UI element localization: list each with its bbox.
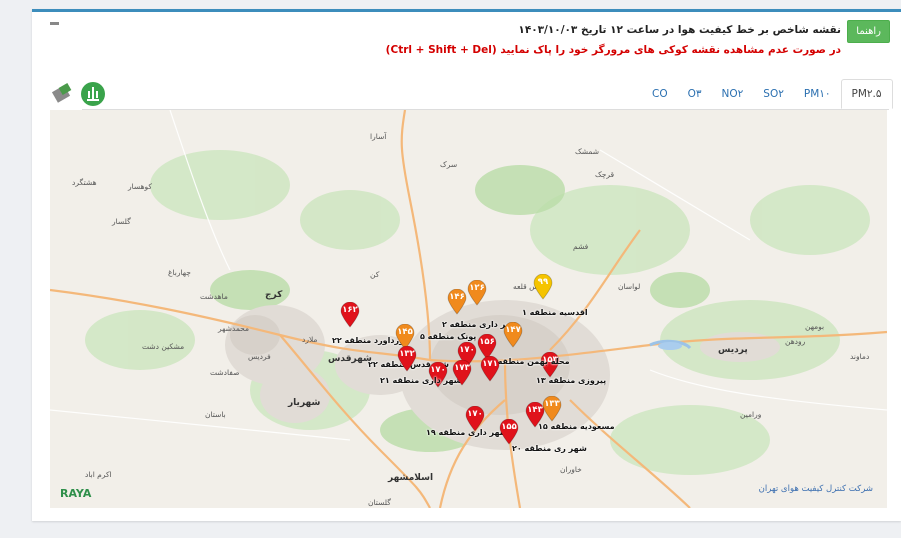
map-place-label: کن [370, 270, 380, 279]
org-logo-icon [51, 82, 75, 106]
station-aqi-value: ۱۴۶ [449, 292, 465, 302]
station-label: شهر ری منطقه ۲۰ [512, 444, 587, 453]
cookie-warning: در صورت عدم مشاهده نقشه کوکی های مرورگر … [385, 44, 841, 56]
station-marker[interactable]: ۱۵۵ [499, 419, 519, 445]
station-label: محله بهمن منطقه ۷ [490, 357, 570, 366]
tab-pm25[interactable]: PM۲.۵ [840, 79, 893, 109]
map-place-label: باستان [205, 410, 226, 419]
map-place-label: شمشک [575, 147, 600, 156]
station-marker[interactable]: ۱۶۲ [340, 302, 360, 328]
map-background [50, 110, 887, 508]
station-aqi-value: ۱۴۵ [397, 327, 413, 337]
map-place-label: بومهن [805, 322, 825, 331]
map-place-label: خاوران [560, 465, 582, 474]
station-label: مسعودیه منطقه ۱۵ [538, 422, 615, 431]
map-place-label: کوهسار [128, 182, 152, 191]
station-aqi-value: ۱۵۶ [479, 337, 495, 347]
map-place-label: لواسان [618, 282, 641, 291]
station-marker[interactable]: ۱۷۱ [480, 356, 500, 382]
map-canvas[interactable]: RAYA شرکت کنترل کیفیت هوای تهران هشتگرد ک… [50, 110, 887, 508]
map-place-label: فشم [573, 242, 589, 251]
map-place-label: ماهدشت [200, 292, 228, 301]
station-aqi-value: ۱۲۶ [469, 283, 485, 293]
map-place-label: هشتگرد [72, 178, 97, 187]
station-marker[interactable]: ۱۴۶ [447, 289, 467, 315]
station-aqi-value: ۱۷۰ [430, 365, 446, 375]
map-place-label: اسلامشهر [388, 473, 434, 483]
map-place-label: دماوند [850, 352, 870, 361]
station-label: شهر داری منطقه ۲۱ [380, 376, 462, 385]
station-aqi-value: ۱۳۲ [399, 349, 415, 359]
station-aqi-value: ۱۷۰ [467, 409, 483, 419]
tab-pm10[interactable]: PM۱۰ [794, 79, 841, 109]
map-place-label: محمدشهر [218, 324, 250, 333]
station-marker[interactable]: ۱۳۲ [397, 346, 417, 372]
station-aqi-value: ۱۷۱ [482, 359, 498, 369]
air-quality-panel: راهنما نقشه شاخص بر خط کیفیت هوا در ساعت… [32, 9, 901, 521]
guide-button[interactable]: راهنما [847, 20, 890, 43]
map-place-label: ملارد [302, 335, 318, 344]
station-aqi-value: ۱۵۵ [501, 422, 517, 432]
map-title: نقشه شاخص بر خط کیفیت هوا در ساعت ۱۲ تار… [518, 24, 841, 36]
raya-brand: RAYA [60, 487, 92, 500]
map-place-label: گلسار [112, 217, 131, 226]
station-aqi-value: ۱۷۰ [459, 345, 475, 355]
station-label: پیروزی منطقه ۱۳ [536, 376, 607, 385]
station-marker[interactable]: ۱۷۳ [452, 360, 472, 386]
map-place-label: ورامین [740, 410, 762, 419]
map-place-label: پردیس [718, 345, 748, 355]
map-place-label: فردیس [248, 352, 271, 361]
map-place-label: شهریار [288, 398, 321, 408]
map-place-label: اکرم اباد [85, 470, 112, 479]
environment-logo-icon [81, 82, 105, 106]
station-aqi-value: ۱۶۲ [342, 305, 358, 315]
map-place-label: رودهن [785, 337, 806, 346]
map-place-label: شهرقدس [328, 354, 372, 364]
station-aqi-value: ۹۹ [537, 277, 549, 287]
map-place-label: مشکین دشت [142, 342, 185, 351]
station-label: ورداورد منطقه ۲۲ [332, 336, 405, 345]
station-aqi-value: ۱۳۳ [544, 399, 560, 409]
tab-co[interactable]: CO [642, 79, 678, 109]
map-place-label: صفادشت [210, 368, 240, 377]
collapse-icon[interactable] [50, 22, 59, 25]
station-label: شهر داری منطقه ۱۹ [426, 428, 508, 437]
station-marker[interactable]: ۱۴۷ [503, 322, 523, 348]
station-aqi-value: ۱۷۳ [454, 363, 470, 373]
tab-so2[interactable]: SO۲ [753, 79, 794, 109]
tab-o3[interactable]: O۳ [678, 79, 712, 109]
map-place-label: گلستان [368, 498, 391, 507]
map-place-label: چهارباغ [168, 268, 191, 277]
map-place-label: قرچک [595, 170, 615, 179]
station-label: پونک منطقه ۵ [420, 332, 477, 341]
map-place-label: سرک [440, 160, 458, 169]
station-marker[interactable]: ۱۲۶ [467, 280, 487, 306]
logos [51, 82, 105, 106]
map-place-label: آسارا [370, 132, 387, 141]
pollutant-tabs: CO O۳ NO۲ SO۲ PM۱۰ PM۲.۵ [642, 79, 893, 109]
station-aqi-value: ۱۴۷ [505, 325, 521, 335]
station-marker[interactable]: ۹۹ [533, 274, 553, 300]
station-marker[interactable]: ۱۳۳ [542, 396, 562, 422]
map-place-label: کرج [265, 290, 283, 300]
station-label: اقدسیه منطقه ۱ [522, 308, 588, 317]
tab-no2[interactable]: NO۲ [712, 79, 754, 109]
map-credit[interactable]: شرکت کنترل کیفیت هوای تهران [759, 484, 873, 494]
